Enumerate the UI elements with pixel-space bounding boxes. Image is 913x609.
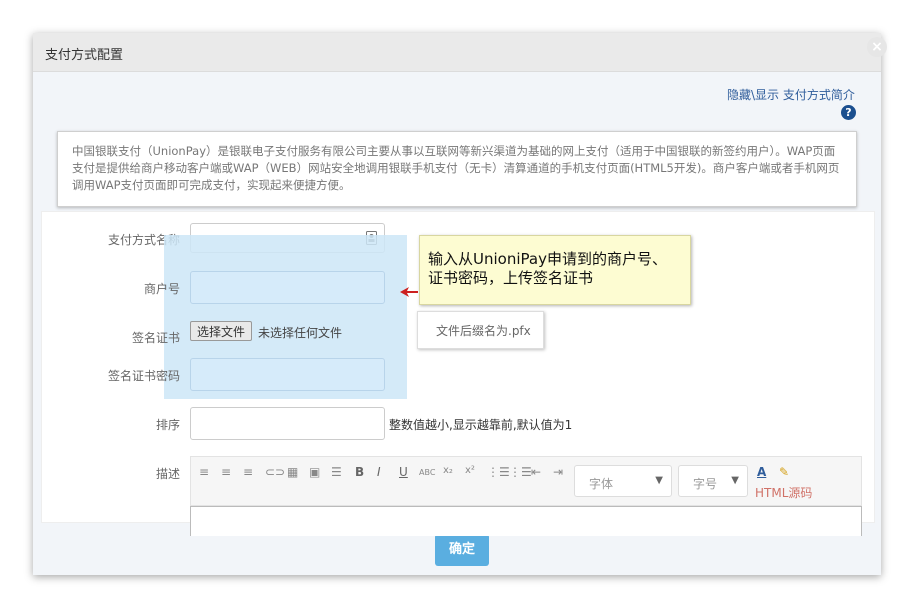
dialog-title: 支付方式配置: [45, 48, 124, 63]
align-right-icon[interactable]: ≡: [243, 465, 253, 479]
link-icon[interactable]: ⊂⊃: [265, 465, 285, 479]
sort-label: 排序: [155, 418, 180, 432]
file-status-text: 未选择任何文件: [258, 326, 343, 340]
image-icon[interactable]: ▣: [309, 465, 320, 479]
suffix-tip-text: 文件后缀名为.pfx: [436, 324, 531, 338]
font-family-value: 字体: [589, 477, 614, 491]
confirm-button[interactable]: 确定: [435, 534, 489, 566]
editor-toolbar: ≡ ≡ ≡ ⊂⊃ ▦ ▣ ☰ B I U ABC x₂ x² ⋮☰ ⋮☰ ⇤ ⇥…: [190, 456, 862, 506]
strikethrough-icon[interactable]: ABC: [419, 468, 435, 477]
font-size-select[interactable]: 字号 ▼: [678, 465, 748, 497]
underline-icon[interactable]: U: [399, 465, 408, 479]
ordered-list-icon[interactable]: ⋮☰: [487, 465, 510, 479]
callout-text: 输入从UnioniPay申请到的商户号、证书密码，上传签名证书: [428, 250, 667, 287]
cert-password-label: 签名证书密码: [107, 369, 180, 383]
help-icon[interactable]: ?: [841, 105, 856, 120]
payment-description-box: 中国银联支付（UnionPay）是银联电子支付服务有限公司主要从事以互联网等新兴…: [57, 131, 857, 207]
toggle-intro-link[interactable]: 隐藏\显示 支付方式简介: [727, 86, 855, 103]
merchant-label: 商户号: [143, 282, 180, 296]
unordered-list-icon[interactable]: ⋮☰: [509, 465, 532, 479]
editor-content-area[interactable]: [190, 506, 862, 536]
table-icon[interactable]: ▦: [287, 465, 298, 479]
chevron-down-icon: ▼: [731, 475, 739, 486]
html-source-button[interactable]: HTML源码: [755, 484, 812, 501]
indent-icon[interactable]: ⇥: [553, 465, 563, 479]
name-label: 支付方式名称: [107, 233, 180, 247]
font-family-select[interactable]: 字体 ▼: [574, 465, 672, 497]
callout-arrow-icon: [400, 287, 418, 297]
dialog-header: 支付方式配置 ×: [33, 33, 887, 72]
cert-label: 签名证书: [131, 331, 180, 345]
superscript-icon[interactable]: x²: [465, 465, 475, 476]
merchant-id-input[interactable]: [190, 271, 385, 304]
instruction-callout: 输入从UnioniPay申请到的商户号、证书密码，上传签名证书: [419, 235, 691, 305]
cert-password-input[interactable]: [190, 358, 385, 391]
highlight-pen-icon[interactable]: ✎: [779, 465, 789, 479]
outdent-icon[interactable]: ⇤: [531, 465, 541, 479]
align-center-icon[interactable]: ≡: [221, 465, 231, 479]
file-suffix-tooltip: 文件后缀名为.pfx: [417, 311, 544, 349]
font-color-icon[interactable]: A: [757, 465, 766, 479]
choose-file-button[interactable]: 选择文件: [190, 321, 252, 341]
sort-hint: 整数值越小,显示越靠前,默认值为1: [389, 418, 573, 432]
chevron-down-icon: ▼: [655, 475, 663, 486]
payment-description-text: 中国银联支付（UnionPay）是银联电子支付服务有限公司主要从事以互联网等新兴…: [72, 144, 840, 192]
italic-icon[interactable]: I: [377, 465, 381, 479]
bold-icon[interactable]: B: [355, 465, 364, 479]
hr-icon[interactable]: ☰: [331, 465, 342, 479]
sort-input[interactable]: [190, 407, 385, 440]
description-label: 描述: [155, 467, 180, 481]
close-icon[interactable]: ×: [867, 37, 887, 57]
font-size-value: 字号: [693, 477, 718, 491]
subscript-icon[interactable]: x₂: [443, 465, 453, 476]
align-left-icon[interactable]: ≡: [199, 465, 209, 479]
